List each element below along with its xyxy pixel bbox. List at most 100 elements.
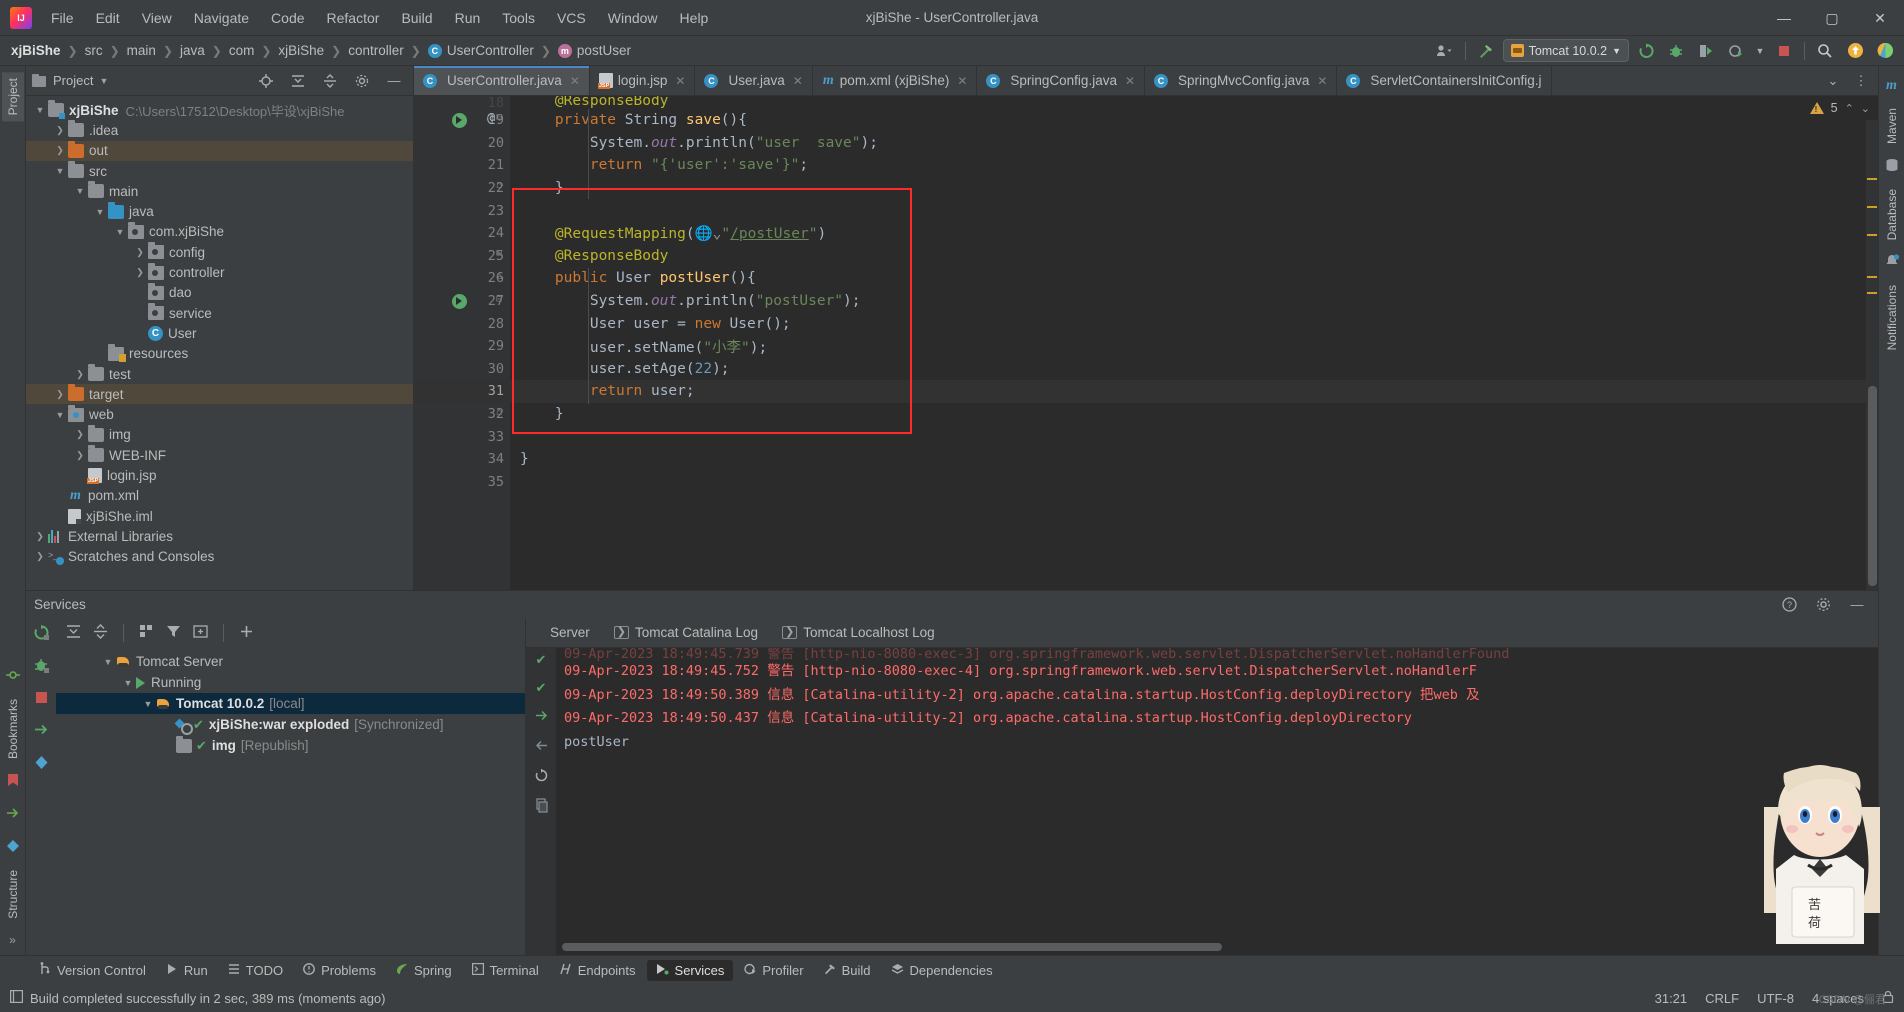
deploy-icon[interactable] — [33, 721, 50, 741]
tree-item-controller[interactable]: ❯ controller — [26, 262, 413, 282]
fold-icon[interactable]: ⌂ — [496, 180, 502, 191]
stop-icon[interactable] — [1771, 39, 1797, 63]
artifacts-icon[interactable] — [33, 754, 50, 774]
console-tab-tomcat-localhost-log[interactable]: ❯ Tomcat Localhost Log — [770, 621, 947, 644]
chevron-down-icon[interactable]: ▼ — [99, 76, 108, 86]
expand-all-icon[interactable] — [285, 69, 311, 93]
breadcrumb-item-main[interactable]: main — [124, 42, 159, 59]
profile-icon[interactable] — [1723, 39, 1749, 63]
fold-icon[interactable]: ⊟ — [496, 294, 502, 305]
tree-item-img[interactable]: ❯ img — [26, 424, 413, 445]
sidebar-tab-project[interactable]: Project — [1, 72, 24, 122]
chevron-right-icon[interactable]: ❯ — [72, 450, 88, 461]
chevron-down-icon[interactable]: ▼ — [72, 186, 88, 196]
services-tree-item-running[interactable]: ▼ Running — [56, 672, 525, 693]
tree-item-xjbishe-iml[interactable]: ❯ xjBiShe.iml — [26, 506, 413, 526]
menu-item-navigate[interactable]: Navigate — [183, 6, 260, 30]
services-tree-item-tomcat-local[interactable]: ▼ Tomcat 10.0.2 [local] — [56, 693, 525, 714]
filter-icon[interactable] — [166, 624, 181, 642]
fold-icon[interactable]: ⊟ — [496, 248, 502, 259]
tree-item-src[interactable]: ▼ src — [26, 161, 413, 181]
toolwindow-terminal[interactable]: Terminal — [463, 960, 548, 981]
run-with-coverage-icon[interactable] — [1693, 39, 1719, 63]
toolwindow-services[interactable]: Services — [646, 959, 734, 981]
menu-item-help[interactable]: Help — [669, 6, 720, 30]
sidebar-tab-bookmarks[interactable]: Bookmarks — [2, 693, 24, 765]
maximize-button[interactable]: ▢ — [1808, 0, 1856, 36]
sidebar-tab-notifications[interactable]: Notifications — [1881, 279, 1903, 356]
bookmarks-icon[interactable] — [7, 773, 19, 790]
file-encoding[interactable]: UTF-8 — [1757, 991, 1794, 1006]
tree-item-java[interactable]: ▼ java — [26, 201, 413, 221]
services-tree-item-war-exploded[interactable]: ✔ xjBiShe:war exploded [Synchronized] — [56, 714, 525, 735]
breadcrumb-item-usercontroller[interactable]: C UserController — [425, 42, 537, 59]
menu-item-edit[interactable]: Edit — [85, 6, 131, 30]
copy-icon[interactable] — [534, 798, 549, 816]
chevron-down-icon[interactable]: ▼ — [92, 207, 108, 217]
toolwindow-problems[interactable]: Problems — [294, 960, 385, 981]
toolwindow-spring[interactable]: Spring — [387, 960, 461, 981]
warning-marker[interactable] — [1867, 276, 1877, 278]
toolwindow-profiler[interactable]: Profiler — [735, 960, 812, 981]
tree-item-web-inf[interactable]: ❯ WEB-INF — [26, 445, 413, 465]
scroll-to-start-icon[interactable] — [534, 738, 549, 756]
tree-item-test[interactable]: ❯ test — [26, 364, 413, 384]
menu-item-code[interactable]: Code — [260, 6, 315, 30]
rerun-icon[interactable] — [33, 624, 50, 644]
menu-item-vcs[interactable]: VCS — [546, 6, 597, 30]
chevron-down-icon[interactable]: ▼ — [1753, 39, 1767, 63]
chevron-right-icon[interactable]: ❯ — [72, 429, 88, 440]
tree-item-pom-xml[interactable]: ❯ m pom.xml — [26, 486, 413, 506]
tree-item-xjbishe[interactable]: ▼ xjBiShe C:\Users\17512\Desktop\毕设\xjBi… — [26, 100, 413, 120]
breadcrumb-item-java[interactable]: java — [177, 42, 208, 59]
tree-item-external-libraries[interactable]: ❯ External Libraries — [26, 526, 413, 546]
editor-tab-user-java[interactable]: C User.java ✕ — [695, 66, 813, 95]
tree-item-login-jsp[interactable]: ❯ login.jsp — [26, 465, 413, 485]
chevron-right-icon[interactable]: ❯ — [132, 267, 148, 278]
breadcrumb-item-src[interactable]: src — [82, 42, 106, 59]
help-icon[interactable]: ? — [1776, 593, 1802, 617]
hide-panel-icon[interactable]: — — [381, 69, 407, 93]
menu-item-window[interactable]: Window — [597, 6, 669, 30]
console-tab-server[interactable]: Server — [538, 621, 602, 644]
chevron-right-icon[interactable]: ❯ — [72, 369, 88, 380]
chevron-down-icon[interactable]: ⌄ — [1820, 69, 1846, 93]
breadcrumb-item-postuser[interactable]: m postUser — [555, 42, 634, 59]
ide-icon[interactable] — [1872, 39, 1898, 63]
menu-item-refactor[interactable]: Refactor — [316, 6, 391, 30]
next-problem-icon[interactable]: ⌄ — [1861, 102, 1870, 115]
chevron-right-icon[interactable]: ❯ — [52, 389, 68, 400]
commit-icon[interactable] — [5, 668, 20, 685]
close-button[interactable]: ✕ — [1856, 0, 1904, 36]
restart-icon[interactable] — [534, 768, 549, 786]
toolwindow-run[interactable]: Run — [157, 960, 217, 981]
chevron-right-icon[interactable]: ❯ — [52, 145, 68, 156]
tree-item-dao[interactable]: ❯ dao — [26, 282, 413, 303]
breadcrumb-item-com[interactable]: com — [226, 42, 258, 59]
chevron-down-icon[interactable]: ▼ — [140, 699, 156, 709]
fold-icon[interactable]: ⌂ — [496, 407, 502, 418]
close-tab-icon[interactable]: ✕ — [793, 74, 803, 88]
tree-item-config[interactable]: ❯ config — [26, 242, 413, 262]
build-hammer-icon[interactable] — [1473, 39, 1499, 63]
close-tab-icon[interactable]: ✕ — [675, 74, 685, 88]
close-tab-icon[interactable]: ✕ — [1317, 74, 1327, 88]
warning-marker[interactable] — [1867, 178, 1877, 180]
console-output[interactable]: 09-Apr-2023 18:49:45.739 警告 [http-nio-80… — [556, 648, 1878, 955]
user-settings-icon[interactable] — [1432, 39, 1458, 63]
breadcrumb-item-project[interactable]: xjBiShe — [8, 42, 64, 59]
fold-icon[interactable]: ⊟ — [496, 112, 502, 123]
group-icon[interactable] — [139, 624, 154, 642]
tree-item-out[interactable]: ❯ out — [26, 140, 413, 161]
run-method-icon[interactable] — [452, 113, 467, 128]
warning-marker[interactable] — [1867, 292, 1877, 294]
editor-tab-servletcontainersinitconfig-java[interactable]: C ServletContainersInitConfig.j — [1337, 66, 1552, 95]
more-icon[interactable]: » — [9, 933, 16, 947]
chevron-down-icon[interactable]: ▼ — [112, 227, 128, 237]
menu-item-build[interactable]: Build — [390, 6, 443, 30]
tree-item-web[interactable]: ▼ web — [26, 404, 413, 424]
add-frame-icon[interactable] — [193, 624, 208, 642]
chevron-down-icon[interactable]: ▼ — [52, 166, 68, 176]
warning-marker[interactable] — [1867, 234, 1877, 236]
hide-panel-icon[interactable]: — — [1844, 593, 1870, 617]
